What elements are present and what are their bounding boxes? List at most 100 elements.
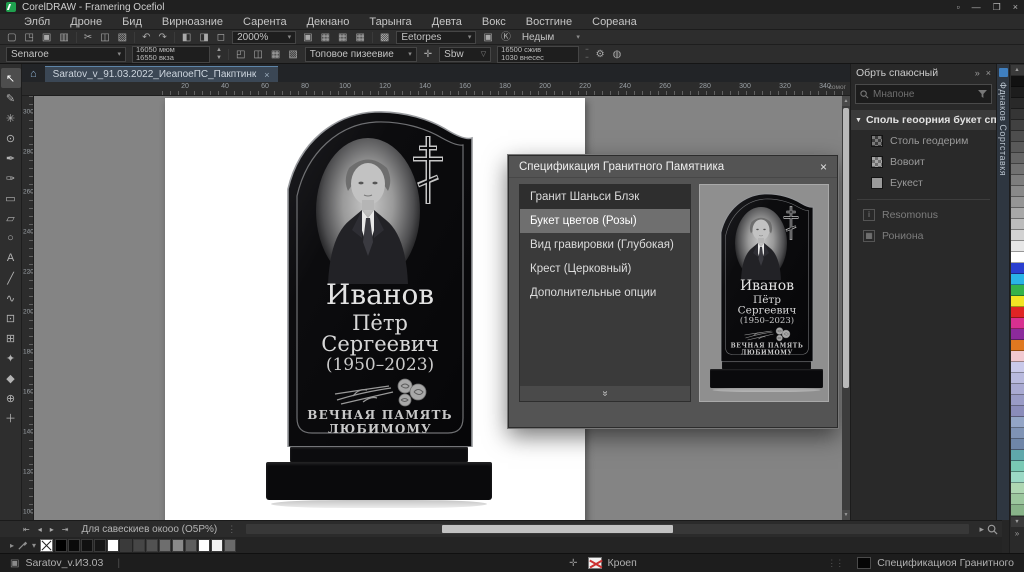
- tab-close-icon[interactable]: ×: [264, 70, 269, 80]
- palette-color[interactable]: [1011, 428, 1024, 439]
- copy-icon[interactable]: ◫: [99, 31, 110, 44]
- palette-color[interactable]: [1011, 296, 1024, 307]
- options-icon[interactable]: ▩: [379, 31, 390, 44]
- previous-page-button[interactable]: ◂: [35, 525, 45, 534]
- menu-item-2[interactable]: Бид: [112, 16, 152, 28]
- vertical-scroll-thumb[interactable]: [843, 108, 849, 388]
- eyedropper-icon[interactable]: [18, 540, 28, 550]
- palette-color[interactable]: [1011, 87, 1024, 98]
- palette-color[interactable]: [1011, 120, 1024, 131]
- docker-extra-item-1[interactable]: ▦ Рониона: [851, 225, 996, 246]
- restore-button[interactable]: ❐: [993, 2, 1001, 13]
- stepper-up-icon[interactable]: ▲: [216, 46, 222, 54]
- palette-color[interactable]: [1011, 109, 1024, 120]
- docker-item-1[interactable]: Вовоит: [851, 151, 996, 172]
- palette-color[interactable]: [1011, 406, 1024, 417]
- export-icon[interactable]: ◨: [198, 31, 209, 44]
- preset-dropdown[interactable]: Senaroe▾: [6, 47, 126, 62]
- menu-item-8[interactable]: Вокс: [472, 16, 516, 28]
- preview-icon[interactable]: ◻: [216, 31, 226, 44]
- new-document-icon[interactable]: ▢: [6, 31, 17, 44]
- palette-flyout-icon[interactable]: »: [1015, 529, 1019, 538]
- docker-side-tab[interactable]: Фднаков Соргставкя: [996, 64, 1009, 520]
- menu-item-7[interactable]: Девта: [422, 16, 472, 28]
- docker-close-icon[interactable]: ×: [986, 68, 991, 78]
- zoom-magnifier-icon[interactable]: [987, 524, 998, 535]
- welcome-icon[interactable]: Ⓚ: [500, 31, 512, 44]
- dialog-item-granite[interactable]: Гранит Шаньси Блэк: [520, 185, 690, 209]
- comment-balloon-icon[interactable]: ◍: [612, 48, 623, 61]
- palette-color[interactable]: [1011, 340, 1024, 351]
- docker-extra-item-0[interactable]: i Resomonus: [851, 204, 996, 225]
- save-icon[interactable]: ▣: [41, 31, 52, 44]
- palette-color[interactable]: [1011, 131, 1024, 142]
- zoom-level-dropdown[interactable]: 2000%▾: [232, 31, 296, 44]
- docker-flyout-icon[interactable]: »: [975, 68, 980, 78]
- layer-icon-1[interactable]: ▦: [270, 48, 281, 61]
- fill-tool[interactable]: ◆: [1, 368, 21, 388]
- palette-color[interactable]: [1011, 373, 1024, 384]
- palette-color[interactable]: [1011, 98, 1024, 109]
- dialog-item-bouquet[interactable]: Букет цветов (Розы): [520, 209, 690, 233]
- palette-color[interactable]: [224, 539, 236, 552]
- menu-item-4[interactable]: Сарента: [233, 16, 297, 28]
- palette-color[interactable]: [211, 539, 223, 552]
- docker-search-input[interactable]: Мнапоне: [855, 84, 992, 104]
- palette-color[interactable]: [107, 539, 119, 552]
- scroll-up-icon[interactable]: ▲: [842, 96, 850, 106]
- dialog-scroll-down-chevron[interactable]: »: [520, 385, 690, 401]
- freehand-tool[interactable]: ✒: [1, 148, 21, 168]
- palette-color[interactable]: [1011, 252, 1024, 263]
- last-page-button[interactable]: ⇥: [59, 525, 72, 534]
- object-position-fields[interactable]: 16050 мюм16550 вкза: [132, 46, 210, 63]
- palette-color[interactable]: [146, 539, 158, 552]
- monument[interactable]: Иванов Пётр Сергеевич (1950–2023): [710, 190, 823, 392]
- palette-color[interactable]: [68, 539, 80, 552]
- cut-icon[interactable]: ✂: [83, 31, 93, 44]
- rectangle-tool[interactable]: ▭: [1, 188, 21, 208]
- first-page-button[interactable]: ⇤: [20, 525, 33, 534]
- ellipse-tool[interactable]: ○: [1, 228, 21, 248]
- no-fill-swatch[interactable]: [40, 539, 53, 552]
- close-button[interactable]: ×: [1013, 2, 1018, 12]
- settings-gear-icon[interactable]: ⚙: [595, 48, 606, 61]
- horizontal-scrollbar[interactable]: [246, 524, 969, 534]
- dialog-item-cross[interactable]: Крест (Церковный): [520, 257, 690, 281]
- object-size-fields[interactable]: 16500 сжив1030 внесес: [497, 46, 579, 63]
- duplicate-icon[interactable]: ◫: [252, 48, 263, 61]
- palette-color[interactable]: [1011, 274, 1024, 285]
- palette-color[interactable]: [1011, 472, 1024, 483]
- palette-color[interactable]: [1011, 505, 1024, 516]
- palette-color[interactable]: [1011, 461, 1024, 472]
- horizontal-ruler[interactable]: сомог 2040608010012014016018020022024026…: [22, 82, 850, 96]
- palette-color[interactable]: [1011, 483, 1024, 494]
- palette-color[interactable]: [1011, 417, 1024, 428]
- launch-icon[interactable]: ▣: [482, 31, 493, 44]
- drawing-mode-dropdown[interactable]: Топовое пизеевие▾: [305, 47, 417, 62]
- palette-color[interactable]: [1011, 384, 1024, 395]
- text-tool[interactable]: А: [1, 248, 21, 268]
- scroll-right-icon[interactable]: ▸: [979, 524, 984, 535]
- image-frame-tool[interactable]: ⊡: [1, 308, 21, 328]
- minimize-button[interactable]: —: [972, 2, 981, 12]
- palette-color[interactable]: [172, 539, 184, 552]
- menu-item-5[interactable]: Декнано: [297, 16, 360, 28]
- menu-item-9[interactable]: Востгине: [516, 16, 582, 28]
- menu-item-10[interactable]: Сореана: [582, 16, 647, 28]
- menu-item-1[interactable]: Дроне: [60, 16, 112, 28]
- dialog-item-engraving[interactable]: Вид гравировки (Глубокая): [520, 233, 690, 257]
- monument[interactable]: Иванов Пётр Сергеевич (1950–2023): [266, 104, 492, 508]
- palette-color[interactable]: [1011, 142, 1024, 153]
- angle-field[interactable]: Sbw▽: [439, 47, 491, 62]
- palette-color[interactable]: [1011, 285, 1024, 296]
- next-page-button[interactable]: ▸: [47, 525, 57, 534]
- redo-icon[interactable]: ↷: [158, 31, 168, 44]
- palette-color[interactable]: [55, 539, 67, 552]
- palette-color[interactable]: [1011, 351, 1024, 362]
- menu-item-3[interactable]: Вирноазние: [152, 16, 233, 28]
- palette-color[interactable]: [1011, 230, 1024, 241]
- palette-color[interactable]: [1011, 153, 1024, 164]
- menu-item-6[interactable]: Тарынга: [359, 16, 421, 28]
- undo-icon[interactable]: ↶: [141, 31, 151, 44]
- palette-color[interactable]: [198, 539, 210, 552]
